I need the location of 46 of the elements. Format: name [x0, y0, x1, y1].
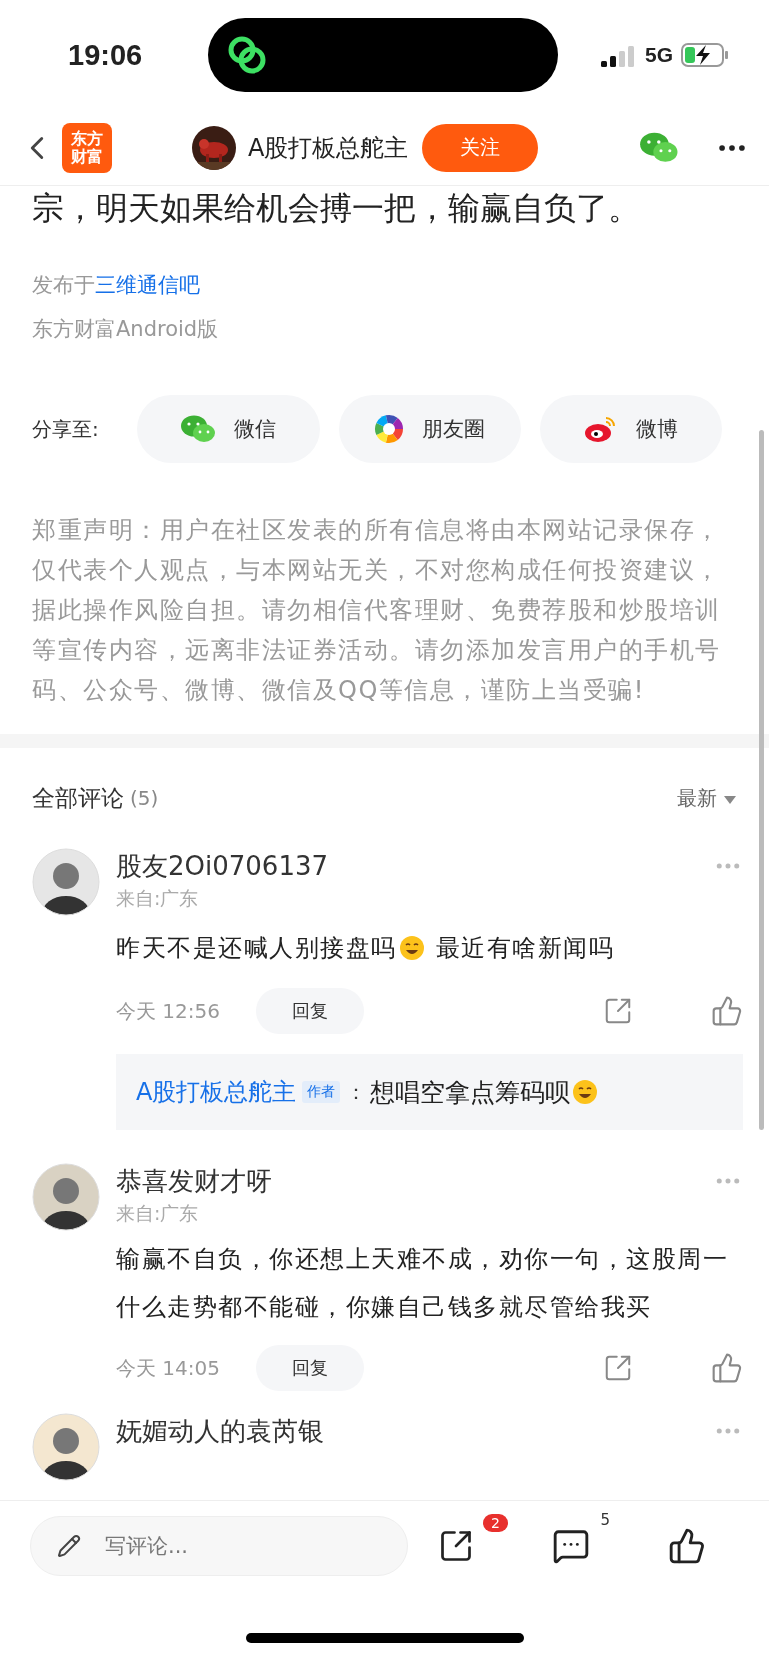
comment-time: 今天 12:56 [116, 997, 221, 1025]
location-text: 来自:广东 [116, 886, 200, 911]
clock: 19:06 [68, 38, 144, 72]
comment-input[interactable]: 写评论... [103, 1532, 367, 1559]
comment-count: (5) [130, 786, 159, 810]
like-icon[interactable] [668, 1526, 706, 1565]
share-label: 分享至: [32, 415, 100, 443]
username[interactable]: 恭喜发财才呀 [116, 1163, 272, 1199]
disclaimer-text: 郑重声明：用户在社区发表的所有信息将由本网站记录保存，仅代表个人观点，与本网站无关，不对您构成任何投资建议，据此操作风险自担。请勿相信代客理财、免费荐股和炒股培训等宣传内容，远离非法证券活动。请勿添加发言用户的手机号码、公众号、微博、微信及QQ等信息，谨防上当受骗! [32, 515, 722, 706]
wechat-icon [180, 414, 217, 444]
network-label: 5G [645, 43, 673, 67]
reply-text: 想唱空拿点筹码呗 [370, 1075, 601, 1109]
weibo-icon [583, 414, 618, 444]
aperture-icon [374, 414, 405, 444]
forum-link[interactable]: 三维通信吧 [95, 273, 200, 297]
share-button[interactable]: 微博 [539, 395, 722, 463]
app-logo: 东方 财富 [62, 122, 112, 173]
page-title: A股打板总舵主 [248, 132, 409, 164]
battery-icon [681, 42, 729, 68]
post-text: 宗，明天如果给机会搏一把，输赢自负了。 [32, 188, 641, 229]
comment-text: 昨天不是还喊人别接盘吗 最近有啥新闻吗 [116, 933, 616, 964]
share-button[interactable]: 朋友圈 [338, 395, 521, 463]
sort-dropdown[interactable]: 最新 [676, 784, 737, 812]
post-source: 东方财富Android版 [32, 316, 220, 343]
comment-time: 今天 14:05 [116, 1354, 221, 1382]
published-in: 发布于三维通信吧 [32, 272, 201, 299]
reply-username[interactable]: A股打板总舵主 [136, 1076, 297, 1108]
signal-icon [601, 43, 637, 67]
comment-text: 输赢不自负，你还想上天难不成，劝你一句，这股周一什么走势都不能碰，你嫌自己钱多就尽管给我买 [116, 1244, 729, 1323]
caret-icon [723, 794, 737, 805]
reply-button[interactable]: 回复 [256, 1345, 364, 1391]
username[interactable]: 妩媚动人的袁芮银 [116, 1413, 324, 1449]
emoji-icon [572, 1079, 599, 1105]
emoji-icon [398, 935, 425, 961]
username[interactable]: 股友2Oi0706137 [116, 848, 329, 884]
comments-title: 全部评论 [32, 783, 124, 813]
location-text: 来自:广东 [116, 1201, 200, 1226]
author-badge: 作者 [302, 1081, 341, 1103]
comment-total: 5 [600, 1510, 610, 1529]
reply-button[interactable]: 回复 [256, 988, 364, 1034]
share-button[interactable]: 微信 [137, 395, 320, 463]
comment-field[interactable]: 写评论... [30, 1515, 408, 1576]
notification-badge: 2 [483, 1513, 508, 1532]
colon: ： [346, 1078, 367, 1106]
pencil-icon [57, 1533, 81, 1558]
wechat-share-icon[interactable] [639, 131, 679, 164]
